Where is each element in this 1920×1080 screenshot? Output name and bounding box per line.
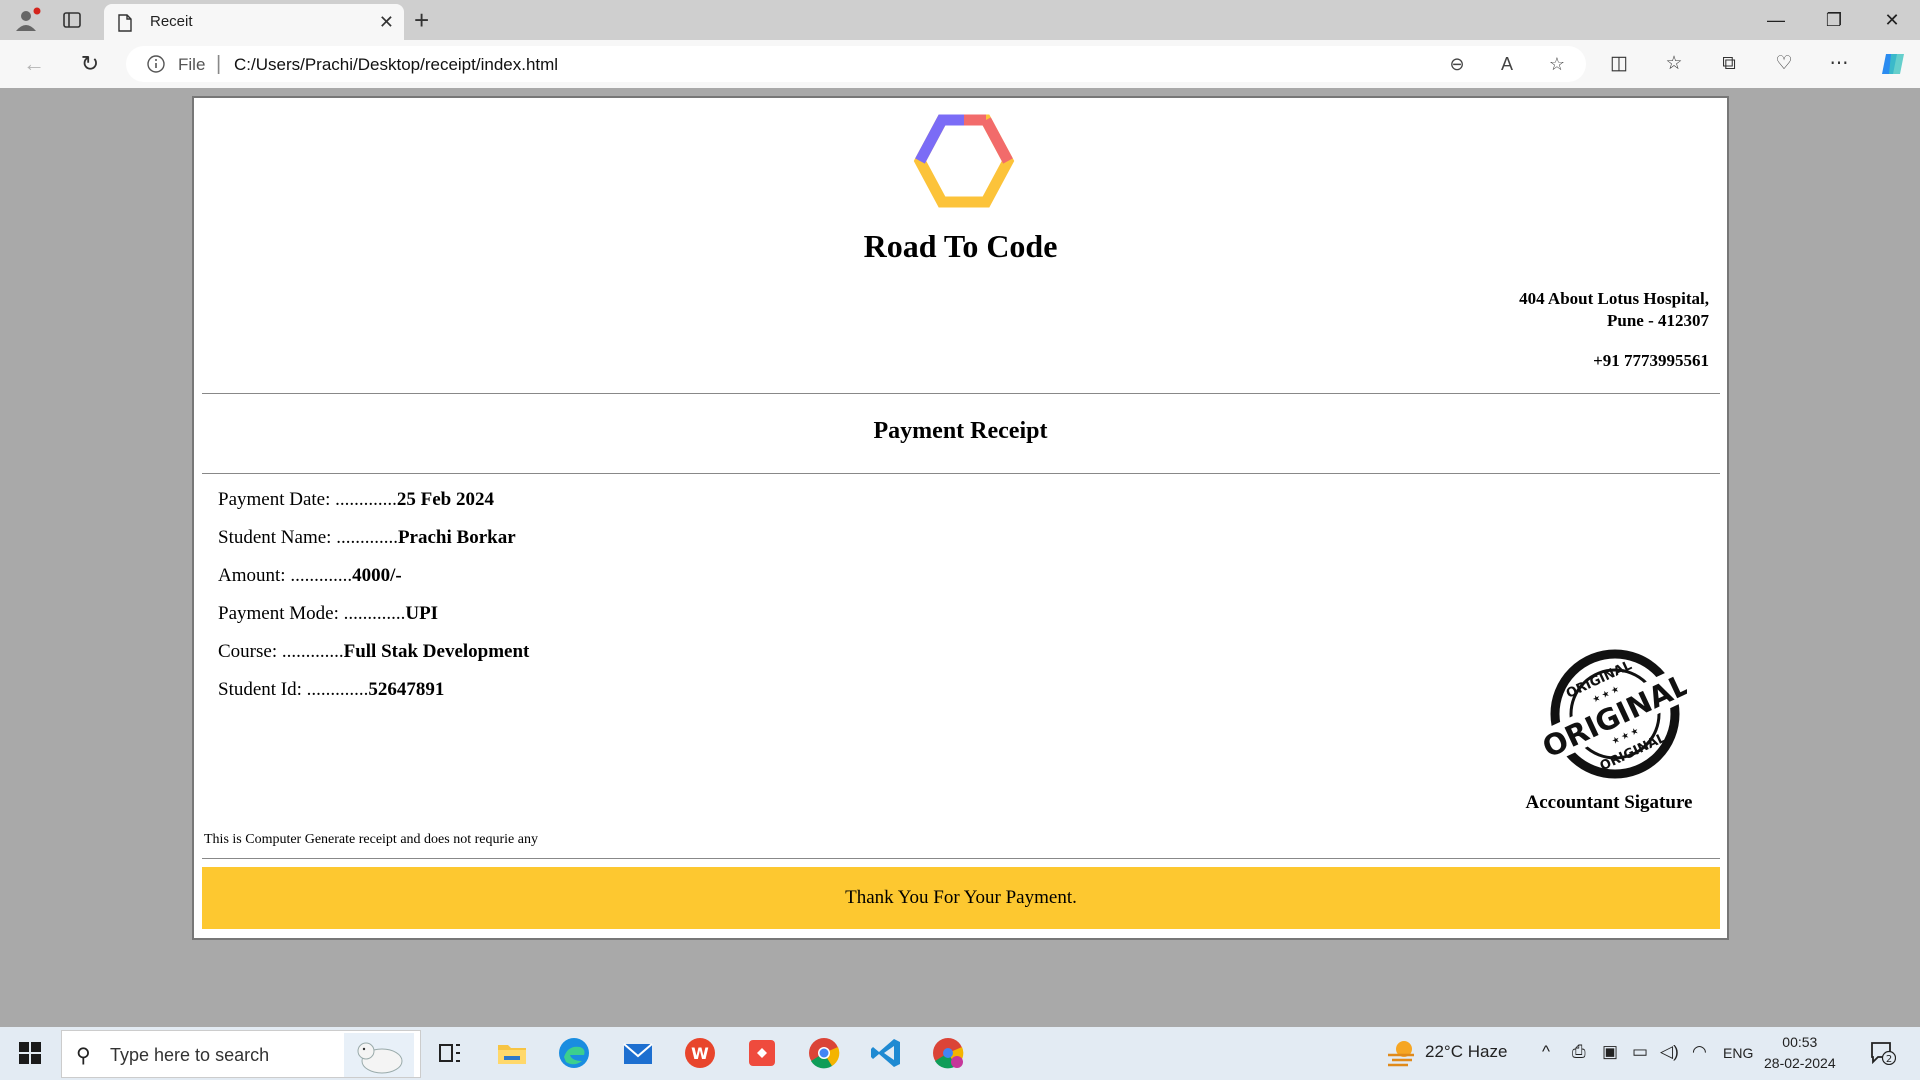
company-phone: +91 7773995561 xyxy=(1593,351,1709,370)
detail-dots: ............. xyxy=(343,603,406,624)
detail-label: Student Id: xyxy=(218,679,307,700)
notification-center-icon[interactable]: 2 xyxy=(1870,1041,1896,1065)
chrome-profile-icon[interactable] xyxy=(930,1035,966,1071)
divider-bottom xyxy=(202,858,1720,859)
weather-haze-icon[interactable] xyxy=(1384,1037,1418,1069)
tab-actions-icon[interactable] xyxy=(62,10,82,30)
detail-dots: ............. xyxy=(335,489,397,510)
task-view-icon[interactable] xyxy=(432,1035,468,1071)
info-icon[interactable] xyxy=(146,54,166,74)
wps-office-icon[interactable]: W xyxy=(682,1035,718,1071)
address-separator: | xyxy=(216,53,222,75)
tab-bar: Receit ✕ + — ❐ ✕ xyxy=(0,0,1920,40)
favorite-star-icon[interactable]: ☆ xyxy=(1546,53,1568,75)
divider-top xyxy=(202,393,1720,394)
read-aloud-icon[interactable]: A xyxy=(1496,53,1518,75)
battery-icon[interactable]: ▭ xyxy=(1632,1042,1648,1062)
new-tab-icon[interactable]: + xyxy=(414,4,429,36)
accountant-signature-label: Accountant Sigature xyxy=(1525,792,1693,813)
git-client-icon[interactable] xyxy=(744,1035,780,1071)
company-address: 404 About Lotus Hospital, Pune - 412307 xyxy=(1519,288,1709,332)
file-explorer-icon[interactable] xyxy=(494,1035,530,1071)
detail-dots: ............. xyxy=(290,565,353,586)
detail-row-amount: Amount: .............4000/- xyxy=(218,564,529,602)
taskbar-search-box[interactable]: ⚲ Type here to search xyxy=(61,1030,421,1078)
svg-text:2: 2 xyxy=(1886,1054,1892,1065)
page-file-icon xyxy=(118,14,132,37)
detail-value: Full Stak Development xyxy=(343,641,530,662)
profile-avatar-icon[interactable] xyxy=(12,7,42,33)
volume-icon[interactable]: ◁) xyxy=(1660,1042,1679,1062)
payment-details: Payment Date: .............25 Feb 2024 S… xyxy=(218,488,529,716)
wifi-icon[interactable]: ◠ xyxy=(1692,1042,1707,1062)
tab-title: Receit xyxy=(150,13,193,30)
browser-essentials-icon[interactable]: ♡ xyxy=(1771,52,1797,76)
windows-start-icon[interactable] xyxy=(18,1041,42,1065)
edge-browser-icon[interactable] xyxy=(556,1035,592,1071)
tab-close-icon[interactable]: ✕ xyxy=(379,12,394,33)
device-icon[interactable]: ⎙ xyxy=(1572,1042,1586,1062)
detail-label: Payment Mode: xyxy=(218,603,344,624)
detail-row-course: Course: .............Full Stak Developme… xyxy=(218,640,529,678)
browser-toolbar: ← ↻ File | C:/Users/Prachi/Desktop/recei… xyxy=(0,40,1920,88)
restore-icon[interactable]: ❐ xyxy=(1806,0,1862,40)
browser-tab-active[interactable]: Receit ✕ xyxy=(104,4,404,40)
detail-label: Course: xyxy=(218,641,282,662)
close-window-icon[interactable]: ✕ xyxy=(1864,0,1920,40)
detail-dots: ............. xyxy=(281,641,344,662)
meet-now-icon[interactable]: ▣ xyxy=(1602,1042,1618,1062)
original-stamp-icon: ORIGINAL ORIGINAL ORIGINAL ★ ★ ★ ★ ★ ★ xyxy=(1543,649,1687,779)
detail-value: 25 Feb 2024 xyxy=(396,489,494,510)
vscode-icon[interactable] xyxy=(868,1035,904,1071)
collections-icon[interactable]: ⧉ xyxy=(1716,52,1742,76)
windows-taskbar: ⚲ Type here to search W 22°C Haze ^ ⎙ ▣ … xyxy=(0,1027,1920,1080)
clock-date: 28-02-2024 xyxy=(1764,1055,1836,1071)
system-clock[interactable]: 00:53 28-02-2024 xyxy=(1764,1032,1836,1074)
detail-row-student-name: Student Name: .............Prachi Borkar xyxy=(218,526,529,564)
brand-name: Road To Code xyxy=(863,228,1058,264)
logo-icon xyxy=(913,114,1015,208)
address-line1: 404 About Lotus Hospital, xyxy=(1519,289,1709,308)
detail-value: 4000/- xyxy=(352,565,402,586)
weather-text[interactable]: 22°C Haze xyxy=(1425,1042,1507,1062)
address-line2: Pune - 412307 xyxy=(1607,311,1709,330)
address-bar[interactable]: File | C:/Users/Prachi/Desktop/receipt/i… xyxy=(126,46,1586,82)
detail-dots: ............. xyxy=(306,679,369,700)
url-text[interactable]: C:/Users/Prachi/Desktop/receipt/index.ht… xyxy=(234,55,558,75)
page-viewport: Road To Code 404 About Lotus Hospital, P… xyxy=(4,88,1916,1027)
copilot-icon[interactable] xyxy=(1880,52,1906,76)
detail-label: Payment Date: xyxy=(218,489,336,510)
mail-icon[interactable] xyxy=(620,1035,656,1071)
more-options-icon[interactable]: ⋯ xyxy=(1826,52,1852,76)
receipt-heading: Payment Receipt xyxy=(873,418,1048,444)
scheme-label: File xyxy=(178,55,206,74)
zoom-out-icon[interactable]: ⊖ xyxy=(1446,53,1468,75)
divider-heading xyxy=(202,473,1720,474)
minimize-icon[interactable]: — xyxy=(1748,0,1804,40)
receipt-card: Road To Code 404 About Lotus Hospital, P… xyxy=(192,96,1729,940)
language-indicator[interactable]: ENG xyxy=(1723,1045,1753,1061)
search-placeholder: Type here to search xyxy=(110,1045,270,1065)
thank-you-banner: Thank You For Your Payment. xyxy=(202,867,1720,929)
back-arrow-icon[interactable]: ← xyxy=(20,50,48,78)
detail-row-student-id: Student Id: .............52647891 xyxy=(218,678,529,716)
favorites-icon[interactable]: ☆ xyxy=(1661,52,1687,76)
detail-value: UPI xyxy=(405,603,439,624)
detail-value: 52647891 xyxy=(368,679,445,700)
search-icon: ⚲ xyxy=(76,1045,91,1067)
refresh-icon[interactable]: ↻ xyxy=(76,50,104,78)
detail-row-payment-mode: Payment Mode: .............UPI xyxy=(218,602,529,640)
show-hidden-icons-icon[interactable]: ^ xyxy=(1542,1042,1550,1062)
chrome-icon[interactable] xyxy=(806,1035,842,1071)
svg-text:W: W xyxy=(691,1044,709,1063)
detail-dots: ............. xyxy=(336,527,398,548)
detail-row-payment-date: Payment Date: .............25 Feb 2024 xyxy=(218,488,529,526)
detail-value: Prachi Borkar xyxy=(397,527,516,548)
detail-label: Student Name: xyxy=(218,527,337,548)
polar-bear-icon xyxy=(344,1033,414,1077)
clock-time: 00:53 xyxy=(1782,1034,1818,1050)
detail-label: Amount: xyxy=(218,565,291,586)
computer-generated-note: This is Computer Generate receipt and do… xyxy=(204,832,538,847)
split-screen-icon[interactable]: ◫ xyxy=(1606,52,1632,76)
